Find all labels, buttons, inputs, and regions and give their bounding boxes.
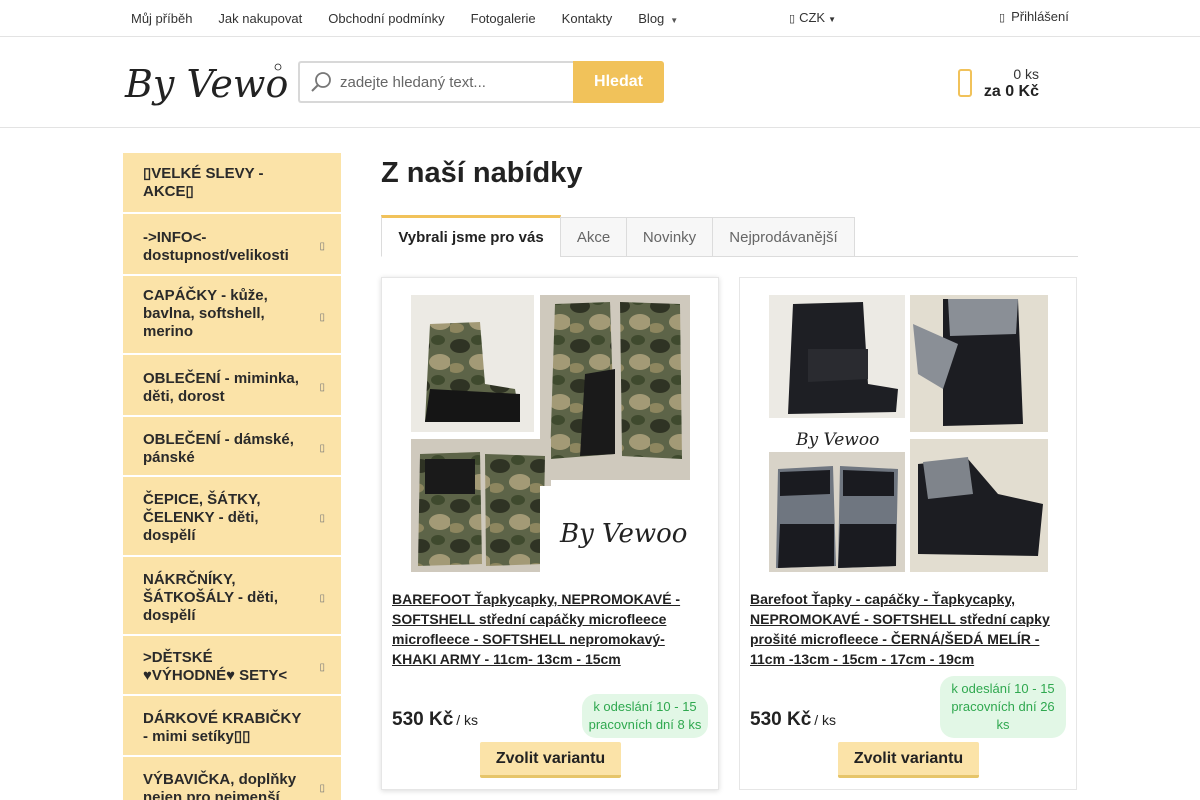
search-button[interactable]: Hledat xyxy=(573,61,664,103)
top-nav-terms[interactable]: Obchodní podmínky xyxy=(328,11,444,26)
price-value: 530 Kč xyxy=(392,709,454,730)
product-photo: By Vewoo xyxy=(411,295,690,572)
choose-variant-button[interactable]: Zvolit variantu xyxy=(480,742,621,778)
sidebar-item-neckwarmers[interactable]: NÁKRČNÍKY, ŠÁTKOŠÁLY - děti, dospělí ▯ xyxy=(123,557,341,636)
top-nav-blog-label: Blog xyxy=(638,10,665,26)
chevron-right-icon: ▯ xyxy=(319,592,325,604)
top-nav: Můj příběh Jak nakupovat Obchodní podmín… xyxy=(131,0,704,36)
product-card: By Vewoo BAREFOOT Ťapkycapky, NEPROMOKAV… xyxy=(381,277,719,790)
chevron-right-icon: ▯ xyxy=(319,783,325,794)
currency-selector[interactable]: ▯ CZK ▼ xyxy=(789,10,836,25)
search-form: Hledat xyxy=(298,61,664,103)
chevron-right-icon: ▯ xyxy=(319,443,325,454)
sidebar-item-label: OBLEČENÍ - miminka, děti, dorost xyxy=(143,370,299,405)
sidebar-item-label: OBLEČENÍ - dámské, pánské xyxy=(143,431,294,466)
sidebar-item-hats[interactable]: ČEPICE, ŠÁTKY, ČELENKY - děti, dospělí ▯ xyxy=(123,477,341,557)
chevron-right-icon: ▯ xyxy=(319,241,325,252)
price-unit: / ks xyxy=(456,712,479,728)
sidebar-item-label: ->INFO<- dostupnost/velikosti xyxy=(143,229,289,264)
product-image[interactable]: By Vewoo xyxy=(768,294,1049,573)
currency-icon: ▯ xyxy=(789,13,796,25)
page-title: Z naší nabídky xyxy=(381,157,583,189)
chevron-down-icon: ▼ xyxy=(670,15,679,25)
gift-icon: ▯▯ xyxy=(233,728,251,745)
search-icon xyxy=(311,72,331,92)
sidebar-item-label: CAPÁČKY - kůže, bavlna, softshell, merin… xyxy=(143,287,268,340)
search-input[interactable] xyxy=(340,73,560,91)
availability-badge: k odeslání 10 - 15 pracovních dní 8 ks xyxy=(582,694,708,738)
chevron-down-icon: ▼ xyxy=(828,15,836,24)
tab-new[interactable]: Novinky xyxy=(626,217,713,257)
sidebar-item-label: ▯VELKÉ SLEVY - AKCE▯ xyxy=(143,165,264,200)
price-value: 530 Kč xyxy=(750,709,812,730)
chevron-right-icon: ▯ xyxy=(319,513,325,524)
tab-recommended[interactable]: Vybrali jsme pro vás xyxy=(381,215,561,257)
login-link[interactable]: ▯ Přihlášení xyxy=(999,9,1069,24)
product-image[interactable]: By Vewoo xyxy=(410,294,691,573)
sidebar-item-sale[interactable]: ▯VELKÉ SLEVY - AKCE▯ xyxy=(123,153,341,214)
top-nav-gallery[interactable]: Fotogalerie xyxy=(471,11,536,26)
product-photo: By Vewoo xyxy=(769,295,1048,572)
product-card: By Vewoo Barefoot Ťapky - capáčky - Ťapk… xyxy=(739,277,1077,790)
chevron-right-icon: ▯ xyxy=(319,311,325,323)
tab-sale[interactable]: Akce xyxy=(560,217,627,257)
user-icon: ▯ xyxy=(999,12,1006,24)
availability-badge: k odeslání 10 - 15 pracovních dní 26 ks xyxy=(940,676,1066,738)
svg-text:By Vewoo: By Vewoo xyxy=(559,519,687,549)
cart-icon xyxy=(958,69,972,97)
top-nav-my-story[interactable]: Můj příběh xyxy=(131,11,192,26)
sidebar-item-label: >DĚTSKÉ ♥VÝHODNÉ♥ SETY< xyxy=(143,649,288,684)
top-nav-how-to-buy[interactable]: Jak nakupovat xyxy=(218,11,302,26)
top-nav-contacts[interactable]: Kontakty xyxy=(562,11,613,26)
price-unit: / ks xyxy=(814,712,837,728)
choose-variant-button[interactable]: Zvolit variantu xyxy=(838,742,979,778)
top-bar: Můj příběh Jak nakupovat Obchodní podmín… xyxy=(0,0,1200,37)
sidebar-item-label: NÁKRČNÍKY, ŠÁTKOŠÁLY - děti, dospělí xyxy=(143,571,279,624)
top-nav-blog[interactable]: Blog ▼ xyxy=(638,11,678,26)
cart-widget[interactable]: 0 ks za 0 Kč xyxy=(957,64,1047,106)
sidebar-item-kids-clothing[interactable]: OBLEČENÍ - miminka, děti, dorost ▯ xyxy=(123,355,341,417)
sidebar-item-label: VÝBAVIČKA, doplňky nejen pro nejmenší xyxy=(143,771,297,800)
header: By Vewoo Hledat 0 ks za 0 Kč xyxy=(0,37,1200,128)
cart-total: za 0 Kč xyxy=(983,83,1039,100)
currency-label: CZK xyxy=(799,10,826,25)
sidebar-item-accessories[interactable]: VÝBAVIČKA, doplňky nejen pro nejmenší ▯ xyxy=(123,757,341,800)
product-price: 530 Kč / ks xyxy=(750,709,836,731)
product-price: 530 Kč / ks xyxy=(392,709,478,731)
product-name-link[interactable]: Barefoot Ťapky - capáčky - Ťapkycapky, N… xyxy=(750,589,1066,669)
sidebar-item-label: DÁRKOVÉ KRABIČKY - mimi setíky▯▯ xyxy=(143,710,302,745)
login-label: Přihlášení xyxy=(1011,9,1069,24)
tab-bestsellers[interactable]: Nejprodávanější xyxy=(712,217,855,257)
svg-text:By Vewoo: By Vewoo xyxy=(124,62,288,106)
sidebar-item-capacky[interactable]: CAPÁČKY - kůže, bavlna, softshell, merin… xyxy=(123,276,341,355)
sidebar-item-info[interactable]: ->INFO<- dostupnost/velikosti ▯ xyxy=(123,214,341,276)
site-logo[interactable]: By Vewoo xyxy=(123,55,311,111)
sidebar-item-gift-boxes[interactable]: DÁRKOVÉ KRABIČKY - mimi setíky▯▯ xyxy=(123,696,341,757)
chevron-right-icon: ▯ xyxy=(319,662,325,673)
search-box xyxy=(298,61,573,103)
logo-graphic: By Vewoo xyxy=(124,62,311,106)
sidebar-item-label: ČEPICE, ŠÁTKY, ČELENKY - děti, dospělí xyxy=(143,491,261,544)
product-name-link[interactable]: BAREFOOT Ťapkycapky, NEPROMOKAVÉ - SOFTS… xyxy=(392,589,708,669)
sidebar-item-adult-clothing[interactable]: OBLEČENÍ - dámské, pánské ▯ xyxy=(123,417,341,477)
sale-icon: ▯ xyxy=(185,183,194,200)
cart-count: 0 ks xyxy=(1013,66,1039,82)
category-sidebar: ▯VELKÉ SLEVY - AKCE▯ ->INFO<- dostupnost… xyxy=(123,153,341,800)
sidebar-item-kids-sets[interactable]: >DĚTSKÉ ♥VÝHODNÉ♥ SETY< ▯ xyxy=(123,636,341,696)
chevron-right-icon: ▯ xyxy=(319,382,325,393)
product-tabs: Vybrali jsme pro vás Akce Novinky Nejpro… xyxy=(381,215,1078,257)
svg-text:By Vewoo: By Vewoo xyxy=(795,430,879,450)
